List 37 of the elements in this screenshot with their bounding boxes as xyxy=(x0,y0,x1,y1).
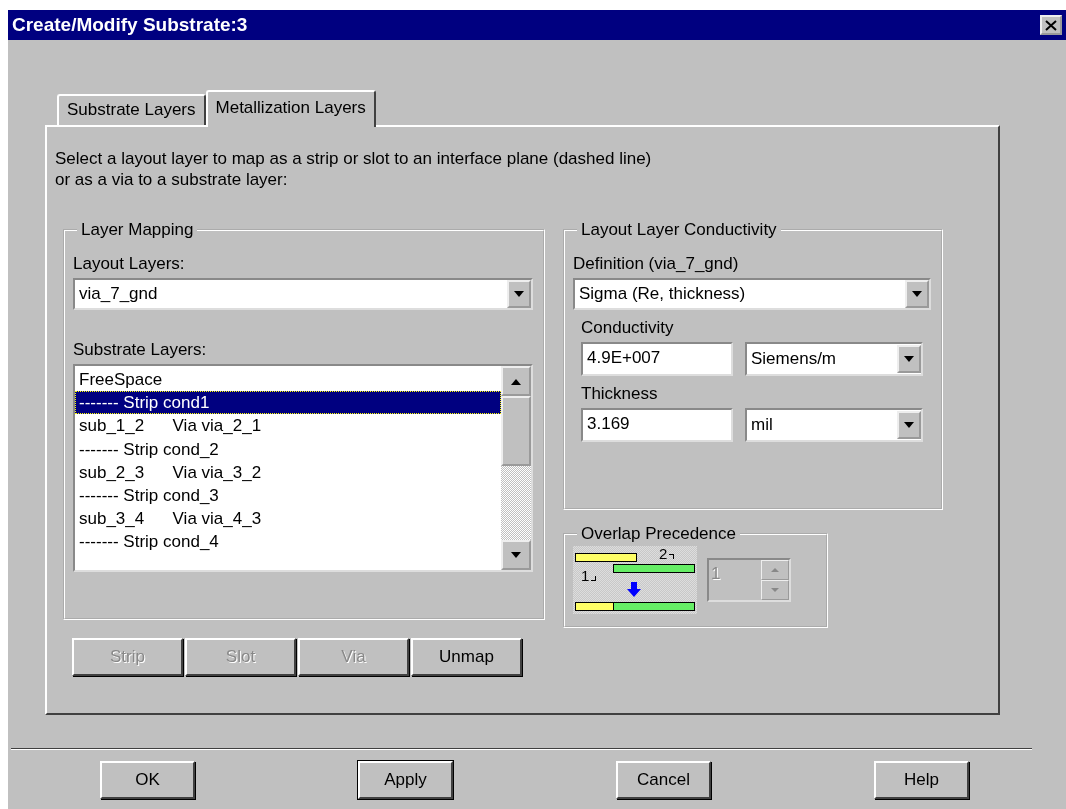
unit-dropdown[interactable]: Siemens/m xyxy=(745,342,923,376)
group-title: Overlap Precedence xyxy=(580,524,737,544)
field-label: Thickness xyxy=(581,384,659,404)
list-item[interactable]: sub_1_2 Via via_2_1 xyxy=(75,414,501,438)
thickness-field[interactable]: 3.169 xyxy=(581,408,733,442)
list-item[interactable]: ------- Strip cond_2 xyxy=(75,437,501,461)
list-item[interactable]: sub_3_4 Via via_4_3 xyxy=(75,507,501,531)
list-item[interactable]: sub_2_3 Via via_3_2 xyxy=(75,460,501,484)
close-icon xyxy=(1045,19,1057,31)
conductivity-field[interactable]: 4.9E+007 xyxy=(581,342,733,376)
dialog-button[interactable]: Apply xyxy=(358,761,453,799)
list-item[interactable]: ------- Strip cond_3 xyxy=(75,483,501,508)
field-label: Layout Layers: xyxy=(73,254,186,274)
field-label: Substrate Layers: xyxy=(73,340,208,360)
list-item[interactable]: FreeSpace xyxy=(75,368,501,392)
scroll-down-icon[interactable] xyxy=(510,551,522,559)
scrollbar[interactable] xyxy=(501,366,531,570)
dialog-button[interactable]: Help xyxy=(874,761,969,799)
instructions-text: Select a layout layer to map as a strip or slot to an interface plane (dashed line) or as a via to a substrate layer: xyxy=(54,148,653,190)
overlap-diagram-drawing: 2 1 xyxy=(573,546,697,614)
unit-dropdown[interactable]: mil xyxy=(745,408,923,442)
map-button[interactable]: Unmap xyxy=(411,638,522,676)
definition-dropdown[interactable]: Sigma (Re, thickness) xyxy=(573,278,931,310)
field-label: Definition (via_7_gnd) xyxy=(573,254,740,274)
layout-layer-dropdown[interactable]: via_7_gnd xyxy=(73,278,533,310)
close-button[interactable] xyxy=(1040,15,1062,35)
dialog-button[interactable]: OK xyxy=(100,761,195,799)
scroll-up-icon[interactable] xyxy=(510,377,522,385)
tab[interactable]: Substrate Layers xyxy=(57,94,206,125)
dialog-button[interactable]: Cancel xyxy=(616,761,711,799)
list-item[interactable]: ------- Strip cond_4 xyxy=(75,530,501,554)
list-item[interactable]: ------- Strip cond1 xyxy=(75,391,501,415)
field-label: Conductivity xyxy=(581,318,675,338)
group-title: Layout Layer Conductivity xyxy=(580,220,778,240)
window-title: Create/Modify Substrate:3 xyxy=(12,14,248,36)
tab[interactable]: Metallization Layers xyxy=(205,90,376,127)
group-title: Layer Mapping xyxy=(80,220,195,240)
